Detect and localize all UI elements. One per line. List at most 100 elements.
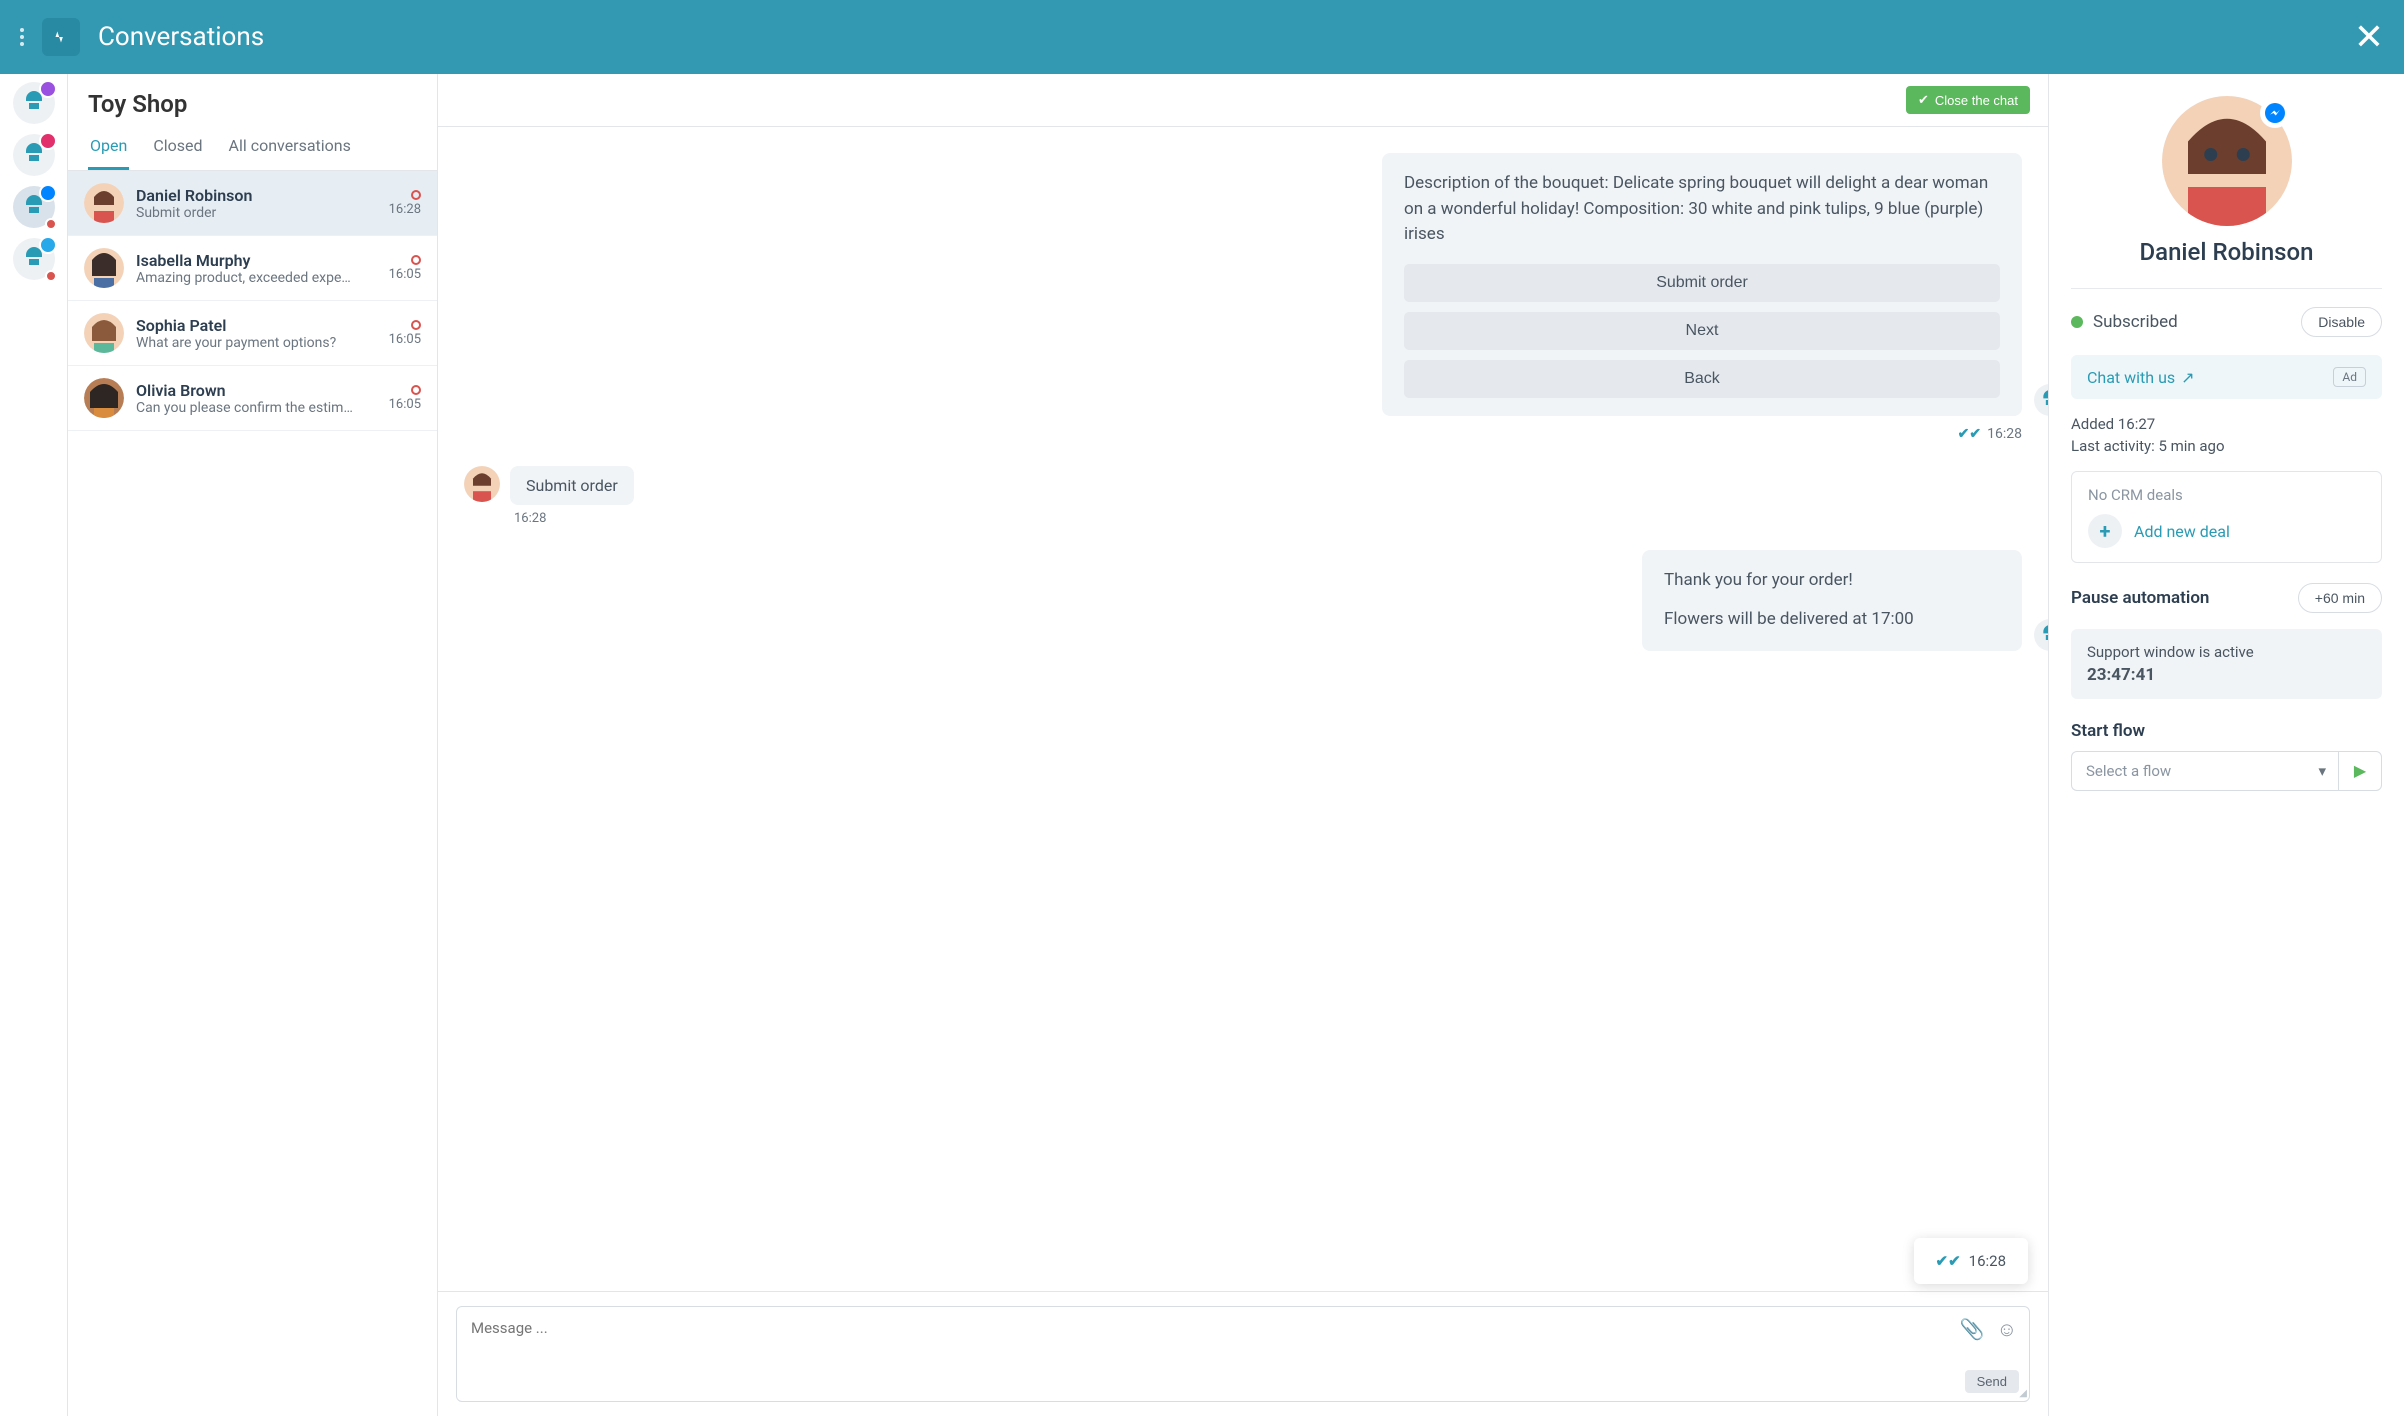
conversation-item[interactable]: Olivia Brown Can you please confirm the … — [68, 366, 437, 431]
contact-info-panel: Daniel Robinson Subscribed Disable Chat … — [2049, 74, 2404, 1416]
read-receipt-icon: ✔✔ — [1958, 426, 1981, 442]
pause-60min-button[interactable]: +60 min — [2298, 583, 2382, 613]
play-icon: ▶ — [2354, 763, 2366, 780]
online-status-icon — [2071, 316, 2083, 328]
option-next-button[interactable]: Next — [1404, 312, 2000, 350]
drag-handle-icon[interactable] — [20, 28, 30, 46]
conversation-name: Olivia Brown — [136, 381, 377, 400]
avatar — [84, 248, 124, 288]
divider — [2071, 288, 2382, 289]
pause-automation-label: Pause automation — [2071, 588, 2209, 608]
channel-messenger[interactable] — [13, 186, 55, 228]
start-flow-button[interactable]: ▶ — [2338, 751, 2382, 791]
support-countdown: 23:47:41 — [2087, 665, 2366, 685]
avatar — [84, 313, 124, 353]
telegram-badge-icon — [39, 236, 57, 254]
disable-button[interactable]: Disable — [2301, 307, 2382, 337]
profile-name: Daniel Robinson — [2071, 238, 2382, 266]
conversation-name: Isabella Murphy — [136, 251, 377, 270]
crm-deals-box: No CRM deals + Add new deal — [2071, 471, 2382, 563]
message-time: 16:28 — [1969, 1252, 2006, 1270]
conversation-preview: Submit order — [136, 205, 377, 221]
timestamp-popover: ✔✔ 16:28 — [1914, 1238, 2029, 1284]
conversation-preview: Amazing product, exceeded expe… — [136, 270, 377, 286]
conversation-item[interactable]: Sophia Patel What are your payment optio… — [68, 301, 437, 366]
conversation-preview: What are your payment options? — [136, 335, 377, 351]
last-activity: Last activity: 5 min ago — [2071, 437, 2382, 455]
user-message: Submit order — [510, 466, 634, 505]
close-chat-button[interactable]: ✔ Close the chat — [1906, 86, 2030, 114]
emoji-icon[interactable]: ☺ — [1997, 1317, 2017, 1342]
unread-indicator-icon — [411, 190, 421, 200]
support-window-box: Support window is active 23:47:41 — [2071, 629, 2382, 699]
check-icon: ✔ — [1918, 92, 1929, 108]
channel-viber[interactable] — [13, 82, 55, 124]
app-title: Conversations — [98, 22, 264, 52]
app-logo-icon — [42, 18, 80, 56]
bot-avatar-icon — [2034, 619, 2048, 651]
option-submit-order-button[interactable]: Submit order — [1404, 264, 2000, 302]
send-button[interactable]: Send — [1965, 1370, 2019, 1393]
unread-dot-icon — [45, 218, 57, 230]
resize-grip-icon: ◢ — [2019, 1388, 2027, 1399]
instagram-badge-icon — [39, 132, 57, 150]
message-input[interactable] — [471, 1319, 2015, 1359]
conversation-time: 16:05 — [389, 397, 421, 412]
read-receipt-icon: ✔✔ — [1936, 1252, 1961, 1270]
add-new-deal-button[interactable]: + Add new deal — [2088, 514, 2365, 548]
messenger-badge-icon — [39, 184, 57, 202]
conversation-tabs: Open Closed All conversations — [68, 126, 437, 171]
chat-with-us-link[interactable]: Chat with us ↗ — [2087, 368, 2195, 387]
support-window-label: Support window is active — [2087, 643, 2366, 661]
subscribed-label: Subscribed — [2093, 312, 2178, 332]
bot-message: Thank you for your order! Flowers will b… — [1642, 550, 2022, 651]
bot-message-card: Description of the bouquet: Delicate spr… — [1382, 153, 2022, 416]
tab-open[interactable]: Open — [88, 126, 129, 170]
bot-message-text: Description of the bouquet: Delicate spr… — [1404, 171, 2000, 248]
added-time: Added 16:27 — [2071, 415, 2382, 433]
channel-telegram[interactable] — [13, 238, 55, 280]
unread-indicator-icon — [411, 255, 421, 265]
avatar — [84, 378, 124, 418]
bot-reply-line2: Flowers will be delivered at 17:00 — [1664, 607, 2000, 633]
option-back-button[interactable]: Back — [1404, 360, 2000, 398]
channel-instagram[interactable] — [13, 134, 55, 176]
bot-reply-line1: Thank you for your order! — [1664, 568, 2000, 594]
chat-widget-link-box: Chat with us ↗ Ad — [2071, 355, 2382, 399]
bot-avatar-icon — [2034, 384, 2048, 416]
no-crm-label: No CRM deals — [2088, 486, 2365, 504]
message-time: 16:28 — [514, 511, 2022, 526]
unread-indicator-icon — [411, 320, 421, 330]
conversation-time: 16:05 — [389, 332, 421, 347]
unread-indicator-icon — [411, 385, 421, 395]
conversation-name: Daniel Robinson — [136, 186, 377, 205]
viber-badge-icon — [39, 80, 57, 98]
message-time: 16:28 — [1987, 426, 2022, 442]
attachment-icon[interactable]: 📎 — [1960, 1317, 1985, 1342]
chat-panel: ✔ Close the chat Description of the bouq… — [438, 74, 2049, 1416]
start-flow-label: Start flow — [2071, 721, 2145, 741]
messenger-badge-icon — [2260, 98, 2290, 128]
flow-select[interactable]: Select a flow — [2071, 751, 2338, 791]
avatar — [84, 183, 124, 223]
channel-rail — [0, 74, 68, 1416]
conversation-name: Sophia Patel — [136, 316, 377, 335]
unread-dot-icon — [45, 270, 57, 282]
conversation-time: 16:28 — [389, 202, 421, 217]
conversation-item[interactable]: Daniel Robinson Submit order 16:28 — [68, 171, 437, 236]
user-avatar — [464, 466, 500, 502]
ad-badge: Ad — [2333, 367, 2366, 387]
conversation-preview: Can you please confirm the estim… — [136, 400, 377, 416]
message-composer: 📎 ☺ Send ◢ — [456, 1306, 2030, 1402]
plus-icon: + — [2088, 514, 2122, 548]
app-header: Conversations ✕ — [0, 0, 2404, 74]
close-chat-label: Close the chat — [1935, 93, 2018, 108]
tab-closed[interactable]: Closed — [151, 126, 204, 170]
conversation-list-panel: Toy Shop Open Closed All conversations D… — [68, 74, 438, 1416]
shop-name: Toy Shop — [68, 74, 437, 126]
external-link-icon: ↗ — [2181, 368, 2194, 387]
conversation-time: 16:05 — [389, 267, 421, 282]
close-icon[interactable]: ✕ — [2354, 16, 2384, 58]
conversation-item[interactable]: Isabella Murphy Amazing product, exceede… — [68, 236, 437, 301]
tab-all[interactable]: All conversations — [227, 126, 353, 170]
